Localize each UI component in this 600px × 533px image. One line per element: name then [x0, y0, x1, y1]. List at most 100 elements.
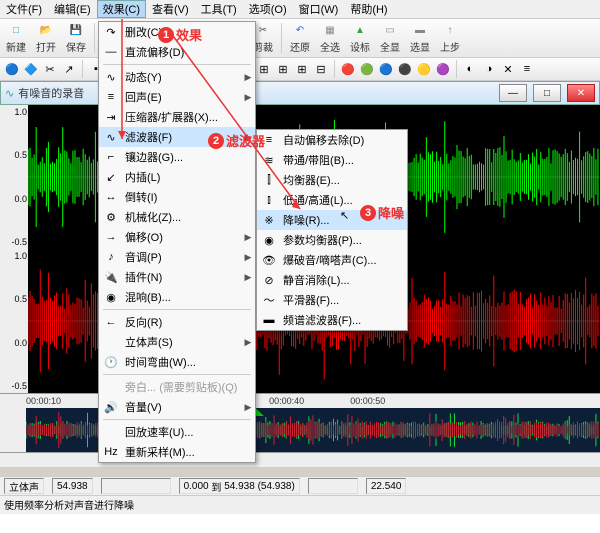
menu-item-icon — [103, 424, 119, 440]
menu-item[interactable]: ∿动态(Y)▶ — [99, 67, 255, 87]
tool2-2-icon[interactable]: ✂ — [42, 61, 58, 77]
menu-item[interactable]: ※降噪(R)... — [257, 210, 407, 230]
menu-item[interactable]: ∿滤波器(F)▶ — [99, 127, 255, 147]
submenu-arrow-icon: ▶ — [245, 92, 252, 103]
menu-view[interactable]: 查看(V) — [146, 0, 195, 18]
menu-item[interactable]: 👁爆破音/嘀嗒声(C)... — [257, 250, 407, 270]
menu-item[interactable]: ◉参数均衡器(P)... — [257, 230, 407, 250]
menu-item-icon — [103, 334, 119, 350]
cursor-icon: ↖ — [340, 209, 349, 222]
menu-edit[interactable]: 编辑(E) — [48, 0, 97, 18]
tool2-16-icon[interactable]: ⊞ — [275, 61, 291, 77]
up-button[interactable]: ↑上步 — [436, 21, 464, 55]
tool2-23-icon[interactable]: ⚫ — [397, 61, 413, 77]
menu-item-icon: ↔ — [103, 189, 119, 205]
tool2-20-icon[interactable]: 🔴 — [340, 61, 356, 77]
menu-item[interactable]: ⫿均衡器(E)... — [257, 170, 407, 190]
menu-item[interactable]: Hz重新采样(M)... — [99, 442, 255, 462]
menu-item-icon: ≡ — [103, 89, 119, 105]
tool2-0-icon[interactable]: 🔵 — [4, 61, 20, 77]
selshow-icon: ▬ — [412, 23, 428, 39]
menu-options[interactable]: 选项(O) — [243, 0, 293, 18]
open-button[interactable]: 📂打开 — [32, 21, 60, 55]
menu-item[interactable]: →偏移(O)▶ — [99, 227, 255, 247]
selall-icon: ▦ — [322, 23, 338, 39]
menu-item[interactable]: ≡自动偏移去除(D) — [257, 130, 407, 150]
overview-waveform[interactable] — [0, 408, 600, 452]
menu-tools[interactable]: 工具(T) — [195, 0, 243, 18]
new-button[interactable]: □新建 — [2, 21, 30, 55]
status-position: 22.540 — [366, 478, 407, 494]
menu-help[interactable]: 帮助(H) — [344, 0, 393, 18]
filter-submenu: ≡自动偏移去除(D)≋带通/带阻(B)...⫿均衡器(E)...⫾低通/高通(L… — [256, 129, 408, 331]
tool2-15-icon[interactable]: ⊞ — [256, 61, 272, 77]
tool2-17-icon[interactable]: ⊞ — [294, 61, 310, 77]
menu-item[interactable]: —直流偏移(D) — [99, 42, 255, 62]
tool2-24-icon[interactable]: 🟡 — [416, 61, 432, 77]
tool2-28-icon[interactable]: ◑ — [481, 61, 497, 77]
submenu-arrow-icon: ▶ — [245, 232, 252, 243]
menu-item-icon: ⚙ — [103, 209, 119, 225]
submenu-arrow-icon: ▶ — [245, 337, 252, 348]
tool2-29-icon[interactable]: ✕ — [500, 61, 516, 77]
menu-item-icon: ⫾ — [261, 192, 277, 208]
mark-icon: ▲ — [352, 23, 368, 39]
selshow-button[interactable]: ▬选显 — [406, 21, 434, 55]
menu-item[interactable]: ←反向(R) — [99, 312, 255, 332]
menu-item[interactable]: ⊘静音消除(L)... — [257, 270, 407, 290]
tool2-21-icon[interactable]: 🟢 — [359, 61, 375, 77]
menu-file[interactable]: 文件(F) — [0, 0, 48, 18]
menu-item[interactable]: ◉混响(B)... — [99, 287, 255, 307]
tool2-18-icon[interactable]: ⊟ — [313, 61, 329, 77]
menu-item[interactable]: ⚙机械化(Z)... — [99, 207, 255, 227]
menu-item[interactable]: ↙内插(L) — [99, 167, 255, 187]
showall-button[interactable]: ▭全显 — [376, 21, 404, 55]
menu-item-icon: ⌐ — [103, 149, 119, 165]
minimize-button[interactable]: — — [499, 84, 527, 102]
menu-item-icon: ↷ — [103, 24, 119, 40]
tool2-22-icon[interactable]: 🔵 — [378, 61, 394, 77]
menu-item[interactable]: 立体声(S)▶ — [99, 332, 255, 352]
undo-button[interactable]: ↶还原 — [286, 21, 314, 55]
menu-item-icon: ♪ — [103, 249, 119, 265]
document-titlebar: ∿ 有噪音的录音 — □ ✕ — [0, 81, 600, 105]
tool2-1-icon[interactable]: 🔷 — [23, 61, 39, 77]
menu-item-icon: — — [103, 44, 119, 60]
menu-item-icon: ⇥ — [103, 109, 119, 125]
submenu-arrow-icon: ▶ — [245, 402, 252, 413]
menu-item[interactable]: 回放速率(U)... — [99, 422, 255, 442]
hscroll[interactable] — [0, 452, 600, 467]
maximize-button[interactable]: □ — [533, 84, 561, 102]
menu-item[interactable]: ♪音调(P)▶ — [99, 247, 255, 267]
menu-item[interactable]: ⇥压缩器/扩展器(X)... — [99, 107, 255, 127]
selall-button[interactable]: ▦全选 — [316, 21, 344, 55]
tool2-3-icon[interactable]: ↗ — [61, 61, 77, 77]
tool2-27-icon[interactable]: ◐ — [462, 61, 478, 77]
tool2-30-icon[interactable]: ≡ — [519, 61, 535, 77]
close-button[interactable]: ✕ — [567, 84, 595, 102]
wave-icon: ∿ — [5, 87, 14, 100]
menu-item[interactable]: 🔌插件(N)▶ — [99, 267, 255, 287]
menu-item[interactable]: 🕐时间弯曲(W)... — [99, 352, 255, 372]
tool2-25-icon[interactable]: 🟣 — [435, 61, 451, 77]
menu-item[interactable]: 🔊音量(V)▶ — [99, 397, 255, 417]
menu-item[interactable]: ≡回声(E)▶ — [99, 87, 255, 107]
menu-item[interactable]: ↔倒转(I) — [99, 187, 255, 207]
yaxis-ch1: 1.00.50.0-0.5 — [0, 105, 28, 249]
menu-item[interactable]: ⌐镶边器(G)... — [99, 147, 255, 167]
mark-button[interactable]: ▲设标 — [346, 21, 374, 55]
statusbar: 立体声 54.938 0.000 到 54.938 (54.938) 22.54… — [0, 476, 600, 495]
menu-item-icon: ∿ — [103, 69, 119, 85]
menu-item[interactable]: ～平滑器(F)... — [257, 290, 407, 310]
menu-item[interactable]: ▬频谱滤波器(F)... — [257, 310, 407, 330]
menu-item[interactable]: ⫾低通/高通(L)... — [257, 190, 407, 210]
save-button[interactable]: 💾保存 — [62, 21, 90, 55]
menu-item[interactable]: ↷删改(C) — [99, 22, 255, 42]
menu-item-icon: ≋ — [261, 152, 277, 168]
menu-item-icon — [103, 379, 119, 395]
menu-effects[interactable]: 效果(C) — [97, 0, 146, 18]
menu-item-icon: ≡ — [261, 132, 277, 148]
menu-window[interactable]: 窗口(W) — [293, 0, 345, 18]
menu-item-icon: ↙ — [103, 169, 119, 185]
menu-item[interactable]: ≋带通/带阻(B)... — [257, 150, 407, 170]
